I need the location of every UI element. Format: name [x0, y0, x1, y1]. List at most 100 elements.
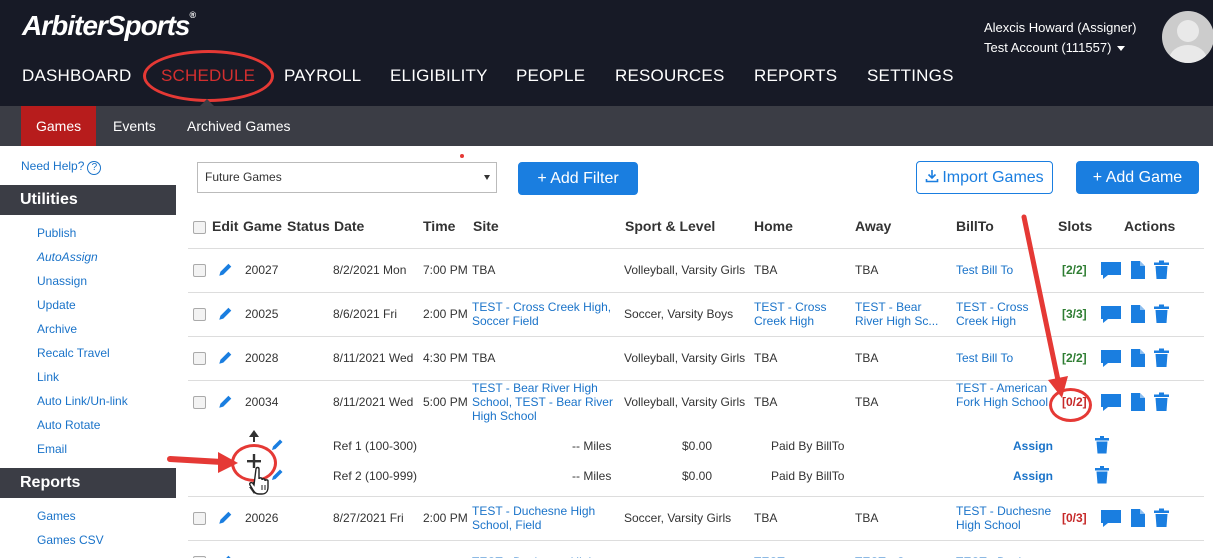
trash-icon[interactable]	[1154, 260, 1169, 280]
nav-dashboard[interactable]: DASHBOARD	[22, 66, 132, 86]
sidebar-item-archive[interactable]: Archive	[37, 322, 77, 336]
document-icon[interactable]	[1131, 305, 1145, 323]
col-date[interactable]: Date	[334, 218, 364, 234]
pencil-icon[interactable]	[270, 438, 284, 452]
document-icon[interactable]	[1131, 261, 1145, 279]
import-games-button[interactable]: Import Games	[916, 161, 1053, 194]
row-checkbox[interactable]	[193, 512, 206, 525]
col-site[interactable]: Site	[473, 218, 499, 234]
need-help-link[interactable]: Need Help??	[21, 159, 102, 175]
slot-position: Ref 2 (100-999)	[333, 469, 418, 483]
col-home[interactable]: Home	[754, 218, 793, 234]
document-icon[interactable]	[1131, 349, 1145, 367]
game-billto[interactable]: Test Bill To	[956, 351, 1056, 365]
sidebar-item-update[interactable]: Update	[37, 298, 76, 312]
nav-resources[interactable]: RESOURCES	[615, 66, 725, 86]
game-home: TBA	[754, 395, 778, 409]
nav-eligibility[interactable]: ELIGIBILITY	[390, 66, 488, 86]
sidebar-item-recalc-travel[interactable]: Recalc Travel	[37, 346, 110, 360]
annotation-circle-schedule	[143, 50, 274, 102]
game-billto[interactable]: TEST - Duchesne High School	[956, 504, 1056, 532]
trash-icon[interactable]	[1094, 466, 1110, 484]
sidebar-item-report-games-csv[interactable]: Games CSV	[37, 533, 104, 547]
game-billto[interactable]: Test Bill To	[956, 263, 1056, 277]
row-checkbox[interactable]	[193, 352, 206, 365]
row-checkbox[interactable]	[193, 396, 206, 409]
trash-icon[interactable]	[1154, 348, 1169, 368]
trash-icon[interactable]	[1154, 304, 1169, 324]
assign-link[interactable]: Assign	[1013, 469, 1053, 483]
chat-icon[interactable]	[1101, 394, 1121, 411]
pencil-icon[interactable]	[217, 510, 233, 526]
slots-badge[interactable]: [2/2]	[1062, 263, 1087, 277]
tab-archived-games[interactable]: Archived Games	[172, 106, 305, 146]
nav-people[interactable]: PEOPLE	[516, 66, 585, 86]
col-game[interactable]: Game	[243, 218, 282, 234]
add-game-button[interactable]: + Add Game	[1076, 161, 1199, 194]
game-site[interactable]: TEST - Cross Creek High, Soccer Field	[472, 300, 622, 328]
sidebar-item-report-games[interactable]: Games	[37, 509, 76, 523]
user-name: Alexcis Howard (Assigner)	[984, 20, 1137, 35]
trash-icon[interactable]	[1154, 508, 1169, 528]
sidebar-item-auto-link[interactable]: Auto Link/Un-link	[37, 394, 128, 408]
sidebar-item-unassign[interactable]: Unassign	[37, 274, 87, 288]
col-billto[interactable]: BillTo	[956, 218, 994, 234]
chat-icon[interactable]	[1101, 510, 1121, 527]
pencil-icon[interactable]	[217, 350, 233, 366]
user-menu[interactable]: Alexcis Howard (Assigner) Test Account (…	[984, 18, 1136, 58]
game-billto[interactable]: TEST - American Fork High School	[956, 381, 1056, 409]
add-filter-button[interactable]: + Add Filter	[518, 162, 638, 195]
game-home[interactable]: TEST - Cross Creek High	[754, 300, 849, 328]
trash-icon[interactable]	[1094, 436, 1110, 454]
game-site[interactable]: TEST - Bear River High School, TEST - Be…	[472, 381, 622, 423]
sidebar-item-auto-rotate[interactable]: Auto Rotate	[37, 418, 100, 432]
sidebar-item-link[interactable]: Link	[37, 370, 59, 384]
game-site[interactable]: TEST - Duchesne High School, Field	[472, 504, 622, 532]
col-away[interactable]: Away	[855, 218, 891, 234]
pencil-icon[interactable]	[217, 554, 233, 558]
col-sport-level[interactable]: Sport & Level	[625, 218, 715, 234]
chat-icon[interactable]	[1101, 350, 1121, 367]
row-checkbox[interactable]	[193, 308, 206, 321]
chat-icon[interactable]	[1101, 306, 1121, 323]
download-icon	[926, 170, 939, 183]
slots-badge[interactable]: [2/2]	[1062, 351, 1087, 365]
nav-payroll[interactable]: PAYROLL	[284, 66, 361, 86]
game-billto[interactable]: TEST - Cross Creek High	[956, 300, 1056, 328]
slots-badge[interactable]: [0/3]	[1062, 511, 1087, 525]
row-actions	[1101, 304, 1169, 324]
row-actions	[1101, 508, 1169, 528]
chat-icon[interactable]	[1101, 262, 1121, 279]
document-icon[interactable]	[1131, 393, 1145, 411]
pencil-icon[interactable]	[217, 262, 233, 278]
sidebar-item-email[interactable]: Email	[37, 442, 67, 456]
game-time: 7:00 PM	[423, 263, 468, 277]
game-away[interactable]: TEST - Bear River High Sc...	[855, 300, 950, 328]
sidebar-item-publish[interactable]: Publish	[37, 226, 76, 240]
game-time: 2:00 PM	[423, 511, 468, 525]
slots-badge[interactable]: [3/3]	[1062, 307, 1087, 321]
row-checkbox[interactable]	[193, 264, 206, 277]
divider	[188, 496, 1204, 497]
document-icon[interactable]	[1131, 509, 1145, 527]
pencil-icon[interactable]	[217, 394, 233, 410]
sidebar-item-autoassign[interactable]: AutoAssign	[37, 250, 98, 264]
col-slots[interactable]: Slots	[1058, 218, 1092, 234]
nav-settings[interactable]: SETTINGS	[867, 66, 954, 86]
trash-icon[interactable]	[1154, 392, 1169, 412]
slot-paid-by: Paid By BillTo	[771, 439, 845, 453]
tab-events[interactable]: Events	[98, 106, 171, 146]
pencil-icon[interactable]	[217, 306, 233, 322]
filter-select[interactable]: Future Games	[197, 162, 497, 193]
select-all-checkbox[interactable]	[193, 221, 206, 234]
game-home: TBA	[754, 351, 778, 365]
avatar[interactable]	[1162, 11, 1213, 63]
nav-reports[interactable]: REPORTS	[754, 66, 837, 86]
col-status[interactable]: Status	[287, 218, 330, 234]
game-home: TBA	[754, 263, 778, 277]
assign-link[interactable]: Assign	[1013, 439, 1053, 453]
col-time[interactable]: Time	[423, 218, 455, 234]
utilities-heading: Utilities	[0, 185, 176, 215]
arbitersports-logo[interactable]: ArbiterSports®	[22, 10, 196, 42]
tab-games[interactable]: Games	[21, 106, 97, 146]
